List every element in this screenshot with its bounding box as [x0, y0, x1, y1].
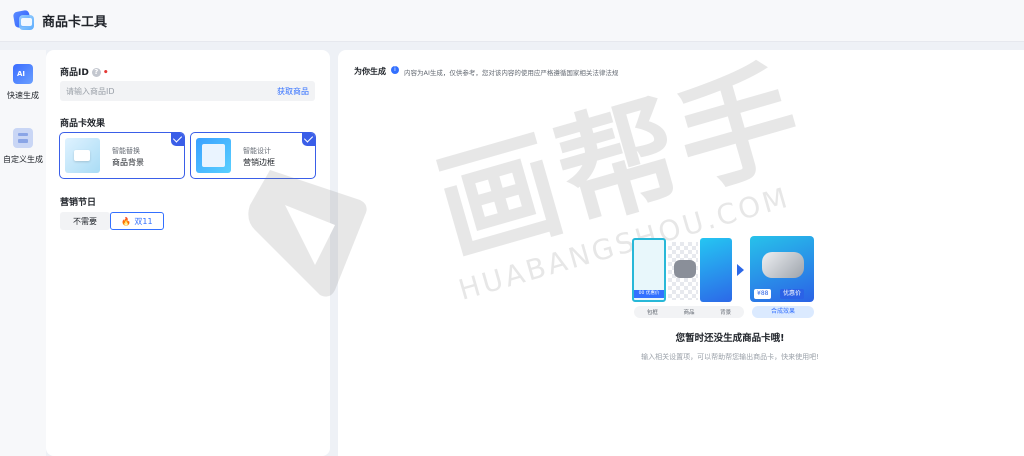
festival-option-double11[interactable]: 🔥 双11 [110, 212, 164, 230]
rail-item-label: 快速生成 [7, 91, 39, 100]
product-id-input-wrapper: 获取商品 [60, 81, 315, 101]
step-label: 背景 [720, 310, 732, 316]
composite-card: ¥88 优惠价 [750, 236, 814, 302]
card-tag: 00 优惠价 [634, 290, 664, 298]
frame-card: 00 优惠价 [632, 238, 666, 302]
product-id-input[interactable] [66, 86, 277, 96]
empty-illustration: 00 优惠价 ¥88 优惠价 包框 商品 背景 合成效果 [630, 236, 820, 318]
steps-bar: 包框 商品 背景 [634, 306, 744, 318]
ai-quick-icon [13, 64, 33, 84]
result-label: 合成效果 [752, 306, 814, 318]
effect-option-main: 商品背景 [112, 158, 144, 167]
effect-label: 商品卡效果 [60, 119, 106, 129]
required-mark: • [102, 68, 109, 78]
festival-label: 营销节日 [60, 198, 97, 208]
empty-state-title: 您暂时还没生成商品卡哦! [675, 333, 785, 344]
watermark-logo-icon [248, 170, 367, 297]
festival-option-none[interactable]: 不需要 [60, 212, 110, 230]
effect-option-sub: 智能替换 [112, 147, 140, 155]
help-icon[interactable]: ? [91, 68, 101, 77]
app-title: 商品卡工具 [42, 15, 108, 30]
vr-headset-icon [674, 260, 696, 278]
custom-icon [13, 128, 33, 148]
step-label: 包框 [646, 310, 658, 316]
rail-item-custom-generate[interactable]: 自定义生成 [0, 128, 46, 165]
empty-state-subtitle: 输入相关设置项，可以帮助帮您输出商品卡，快来使用吧! [641, 353, 819, 361]
frame-thumbnail [196, 138, 231, 173]
vr-headset-icon [762, 252, 804, 278]
festival-option-label: 双11 [134, 216, 153, 226]
check-icon [171, 133, 184, 146]
rail-item-quick-generate[interactable]: 快速生成 [0, 64, 46, 101]
info-icon: i [391, 66, 399, 74]
app-header: 商品卡工具 [0, 0, 1024, 42]
discount-badge: 优惠价 [780, 289, 805, 299]
app-logo-icon [12, 9, 36, 33]
product-id-label: 商品ID? • [60, 65, 109, 78]
result-title: 为你生成 [354, 67, 386, 76]
fire-icon: 🔥 [121, 216, 132, 226]
left-rail: 快速生成 自定义生成 [0, 50, 46, 456]
fetch-product-button[interactable]: 获取商品 [277, 86, 309, 97]
background-thumbnail [65, 138, 100, 173]
rail-item-label: 自定义生成 [3, 155, 43, 164]
arrow-right-icon [737, 264, 744, 276]
check-icon [302, 133, 315, 146]
product-id-label-text: 商品ID [60, 68, 89, 78]
background-layer [700, 238, 732, 302]
price-tag: ¥88 [754, 289, 772, 299]
effect-option-product-background[interactable]: 智能替换 商品背景 [59, 132, 185, 179]
step-label: 商品 [683, 310, 695, 316]
